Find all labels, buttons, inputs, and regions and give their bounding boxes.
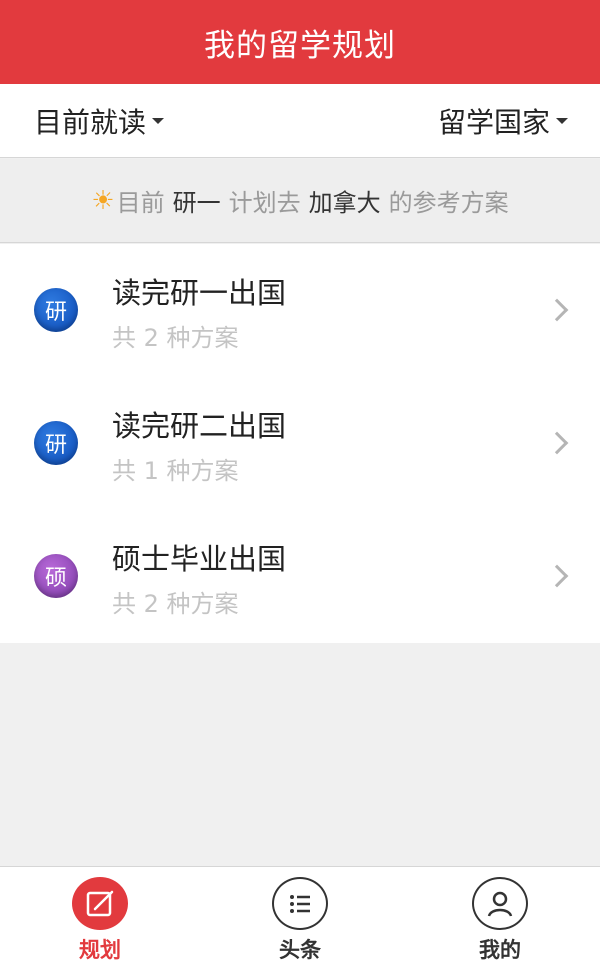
current-study-filter-label: 目前就读	[34, 105, 147, 139]
app-header: 我的留学规划	[0, 0, 600, 84]
plan-title: 读完研二出国	[112, 409, 287, 443]
tab-plan[interactable]: 规划	[0, 867, 200, 964]
plan-badge-icon: 硕	[34, 554, 78, 598]
summary-middle: 计划去	[228, 189, 301, 217]
filter-bar: 目前就读 留学国家	[0, 84, 600, 158]
summary-suffix: 的参考方案	[388, 189, 509, 217]
plan-subtitle: 共 1 种方案	[112, 457, 239, 485]
plan-badge-icon: 研	[34, 421, 78, 465]
edit-icon	[72, 877, 128, 930]
plan-summary: ☀ 目前 研一 计划去 加拿大 的参考方案	[0, 159, 600, 243]
summary-prefix: 目前	[116, 189, 165, 217]
plan-title: 读完研一出国	[112, 276, 287, 310]
country-filter[interactable]: 留学国家	[438, 101, 568, 141]
list-icon	[272, 877, 328, 930]
plan-item[interactable]: 硕 硕士毕业出国 共 2 种方案	[0, 510, 600, 643]
tab-mine[interactable]: 我的	[400, 867, 600, 964]
plan-title: 硕士毕业出国	[112, 542, 287, 576]
user-icon	[472, 877, 528, 930]
caret-down-icon	[152, 117, 165, 124]
summary-grade: 研一	[172, 189, 221, 217]
page-title: 我的留学规划	[204, 27, 396, 64]
current-study-filter[interactable]: 目前就读	[34, 101, 165, 141]
tab-headlines[interactable]: 头条	[200, 867, 400, 964]
sun-icon: ☀	[91, 185, 115, 216]
plan-badge-icon: 研	[34, 288, 78, 332]
chevron-right-icon	[545, 564, 569, 588]
plan-list: 研 读完研一出国 共 2 种方案 研 读完研二出国 共 1 种方案 硕 硕士毕业…	[0, 244, 600, 643]
chevron-right-icon	[545, 298, 569, 322]
tab-plan-label: 规划	[79, 938, 121, 962]
caret-down-icon	[556, 117, 568, 124]
plan-subtitle: 共 2 种方案	[112, 324, 239, 352]
tab-headlines-label: 头条	[279, 938, 321, 962]
tab-mine-label: 我的	[479, 938, 521, 962]
plan-item[interactable]: 研 读完研二出国 共 1 种方案	[0, 377, 600, 510]
plan-subtitle: 共 2 种方案	[112, 590, 239, 618]
country-filter-label: 留学国家	[437, 105, 550, 139]
chevron-right-icon	[545, 431, 569, 455]
bottom-tab-bar: 规划 头条 我的	[0, 866, 600, 964]
summary-country: 加拿大	[308, 189, 381, 217]
plan-item[interactable]: 研 读完研一出国 共 2 种方案	[0, 244, 600, 377]
